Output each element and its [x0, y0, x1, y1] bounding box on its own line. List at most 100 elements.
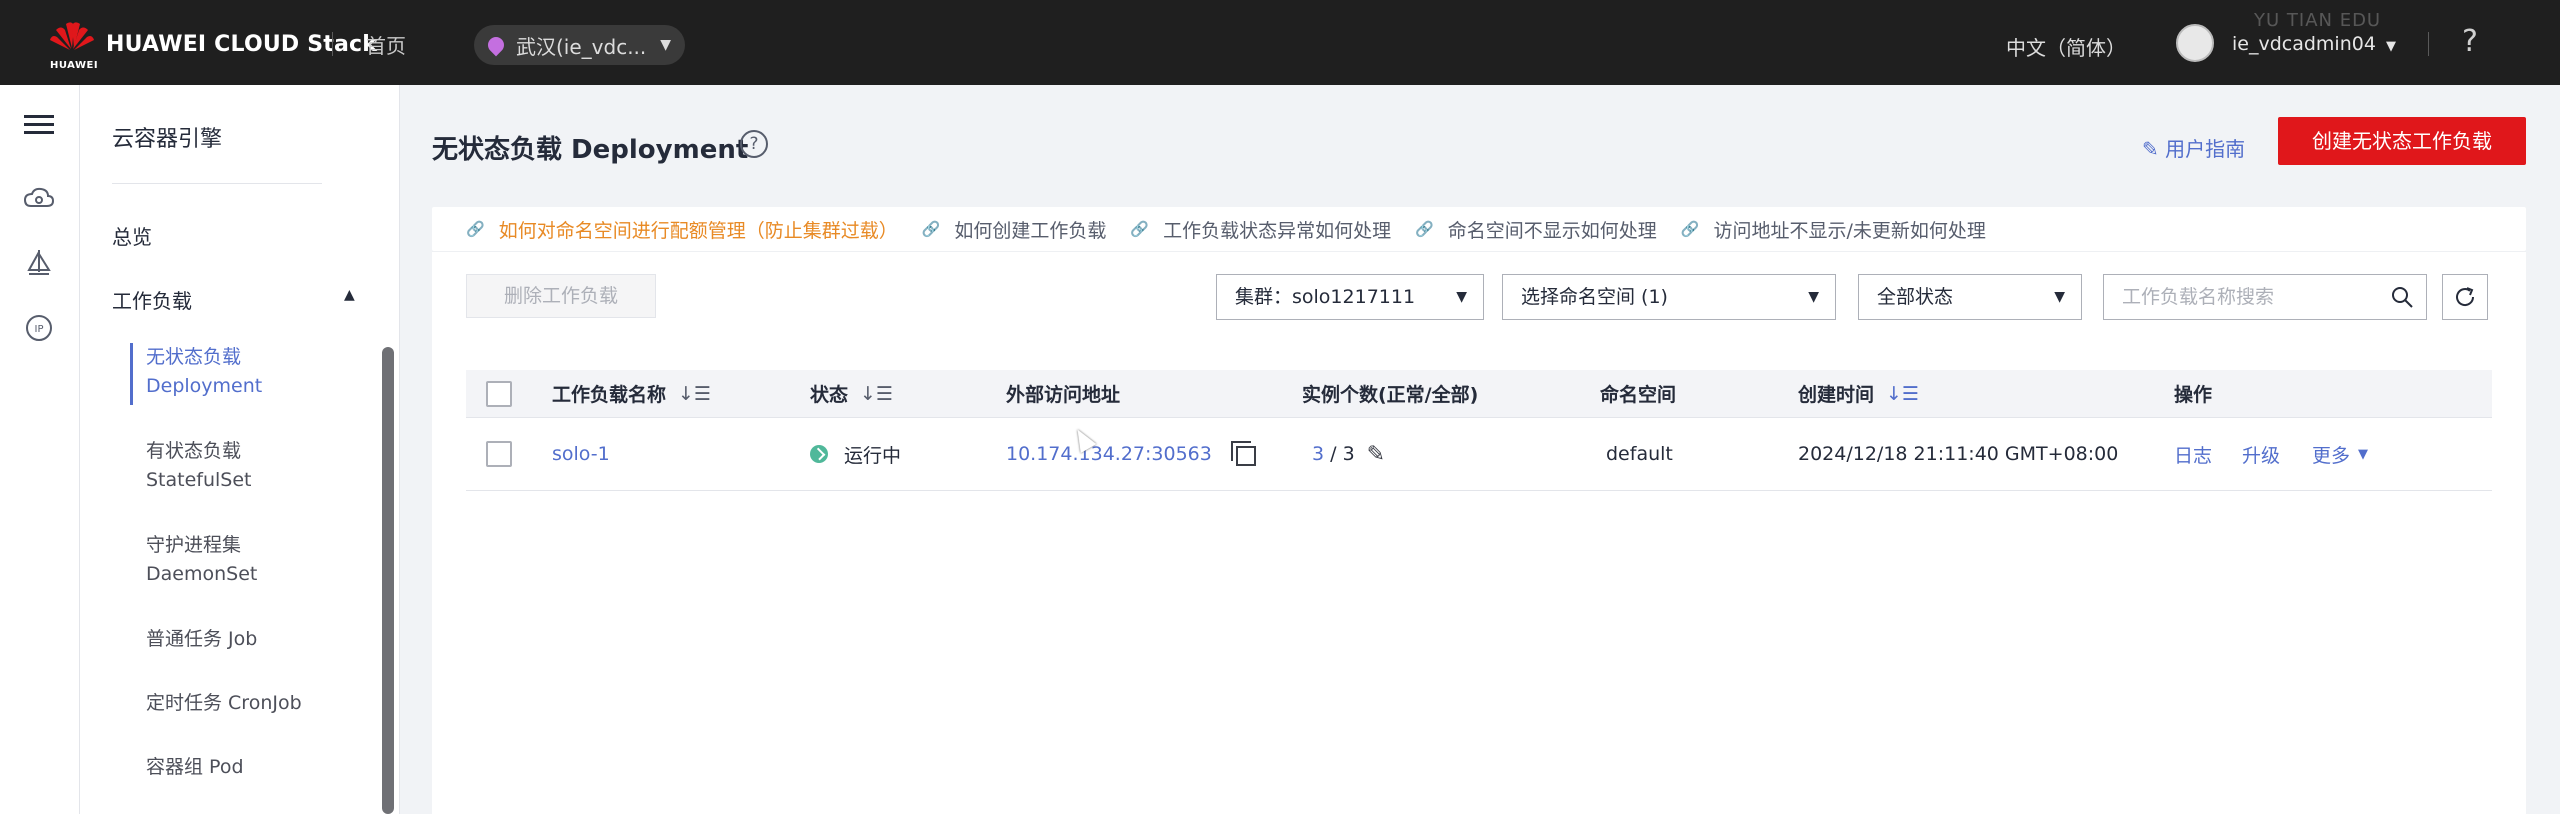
edit-icon[interactable]: ✎: [1367, 442, 1385, 467]
avatar[interactable]: [2176, 24, 2214, 62]
menu-icon[interactable]: [18, 103, 60, 145]
main-content: 无状态负载 Deployment ? ✎ 用户指南 创建无状态工作负载 🔗 如何对…: [400, 85, 2560, 814]
status-select[interactable]: 全部状态 ▼: [1858, 274, 2082, 320]
page-title: 无状态负载 Deployment: [432, 135, 749, 165]
table-row: solo-1 运行中 10.174.134.27:30563 3 / 3 ✎ d…: [466, 418, 2492, 491]
sidebar-item-sublabel: DaemonSet: [146, 563, 258, 585]
region-label: 武汉(ie_vdc...: [516, 34, 647, 59]
huawei-logo[interactable]: HUAWEI CLOUD Stack HUAWEI: [46, 18, 377, 71]
caret-down-icon: ▼: [1456, 289, 1467, 305]
tip-label: 如何对命名空间进行配额管理（防止集群过载）: [498, 219, 898, 242]
sidebar-item-label: 有状态负载: [146, 440, 242, 462]
workload-panel: 删除工作负载 集群：solo1217111 ▼ 选择命名空间 (1) ▼ 全部状态 ▼…: [432, 251, 2526, 814]
status-cell: 运行中: [810, 418, 901, 490]
help-icon[interactable]: ?: [740, 130, 768, 158]
search-box[interactable]: [2103, 274, 2427, 320]
sidebar-item-cronjob[interactable]: 定时任务 CronJob: [146, 689, 302, 718]
copy-icon[interactable]: [1231, 441, 1256, 466]
tip-label: 如何创建工作负载: [954, 219, 1107, 242]
cluster-select[interactable]: 集群：solo1217111 ▼: [1216, 274, 1484, 320]
refresh-button[interactable]: [2442, 274, 2488, 320]
search-input[interactable]: [2104, 275, 2374, 319]
sidebar-item-statefulset[interactable]: 有状态负载 StatefulSet: [146, 437, 252, 495]
external-address-link[interactable]: 10.174.134.27:30563: [1006, 418, 1212, 490]
sail-icon[interactable]: [18, 242, 60, 284]
caret-down-icon: ▼: [660, 37, 672, 53]
help-icon[interactable]: ?: [2462, 24, 2478, 59]
caret-down-icon: ▼: [2385, 39, 2396, 54]
instances-cell: 3 / 3 ✎: [1312, 418, 1385, 490]
username-label: ie_vdcadmin04: [2232, 33, 2376, 55]
sidebar-item-pod[interactable]: 容器组 Pod: [146, 753, 244, 782]
action-logs-link[interactable]: 日志: [2174, 418, 2212, 490]
active-indicator: [130, 343, 133, 405]
namespace-select-value: 选择命名空间 (1): [1521, 286, 1668, 308]
sidebar-title: 云容器引擎: [112, 127, 223, 152]
table-header: 工作负载名称 ↓☰ 状态 ↓☰ 外部访问地址 实例个数(正常/全部) 命名空间 创建…: [466, 370, 2492, 418]
svg-text:IP: IP: [35, 324, 44, 335]
divider: [2428, 32, 2429, 56]
user-guide-link[interactable]: ✎ 用户指南: [2142, 133, 2245, 162]
top-bar: HUAWEI CLOUD Stack HUAWEI 首页 武汉(ie_vdc..…: [0, 0, 2560, 85]
sidebar-item-daemonset[interactable]: 守护进程集 DaemonSet: [146, 531, 257, 589]
column-header-address: 外部访问地址: [1006, 384, 1121, 406]
divider: [112, 183, 322, 184]
home-link[interactable]: 首页: [366, 30, 406, 59]
link-icon: 🔗: [466, 220, 485, 238]
create-deployment-button[interactable]: 创建无状态工作负载: [2278, 117, 2526, 165]
link-icon: 🔗: [1680, 220, 1700, 238]
tip-link[interactable]: 🔗 工作负载状态异常如何处理: [1130, 216, 1391, 243]
tip-link[interactable]: 🔗 访问地址不显示/未更新如何处理: [1681, 216, 1986, 243]
tip-link[interactable]: 🔗 如何创建工作负载: [922, 216, 1107, 243]
tips-bar: 🔗 如何对命名空间进行配额管理（防止集群过载） 🔗 如何创建工作负载 🔗 工作负载状态…: [432, 207, 2526, 251]
location-pin-icon: [484, 33, 508, 57]
column-header-status[interactable]: 状态 ↓☰: [810, 370, 893, 417]
column-header-instances: 实例个数(正常/全部): [1302, 384, 1479, 406]
sidebar-item-label: 工作负载: [112, 289, 192, 313]
sort-icon[interactable]: ↓☰: [1886, 383, 1919, 405]
status-label: 运行中: [844, 444, 902, 467]
workload-table: 工作负载名称 ↓☰ 状态 ↓☰ 外部访问地址 实例个数(正常/全部) 命名空间 创建…: [466, 370, 2492, 491]
tip-label: 工作负载状态异常如何处理: [1163, 219, 1392, 242]
delete-workload-button[interactable]: 删除工作负载: [466, 274, 656, 318]
tip-link[interactable]: 🔗 命名空间不显示如何处理: [1415, 216, 1657, 243]
sort-icon[interactable]: ↓☰: [860, 383, 893, 405]
divider: [332, 32, 333, 56]
sidebar-scrollbar[interactable]: [382, 347, 394, 814]
icon-rail: IP: [0, 85, 80, 814]
action-upgrade-link[interactable]: 升级: [2242, 418, 2280, 490]
sidebar-item-deployment[interactable]: 无状态负载 Deployment: [146, 343, 262, 401]
caret-down-icon: ▼: [1808, 289, 1819, 305]
select-all-checkbox[interactable]: [486, 370, 512, 417]
search-icon[interactable]: [2390, 285, 2414, 309]
namespace-select[interactable]: 选择命名空间 (1) ▼: [1502, 274, 1836, 320]
sidebar-item-overview[interactable]: 总览: [112, 221, 152, 250]
caret-down-icon: ▼: [2358, 446, 2369, 462]
instances-total: / 3: [1330, 443, 1355, 465]
brand-sub: HUAWEI: [50, 60, 99, 71]
language-selector[interactable]: 中文（简体）: [2006, 32, 2126, 61]
sidebar-item-sublabel: Deployment: [146, 375, 263, 397]
link-icon: 🔗: [921, 220, 941, 238]
ip-icon[interactable]: IP: [18, 307, 60, 349]
sort-icon[interactable]: ↓☰: [678, 383, 711, 405]
edit-doc-icon: ✎: [2142, 137, 2166, 161]
namespace-cell: default: [1606, 443, 1673, 465]
watermark: YU TIAN EDU: [2254, 10, 2382, 31]
region-selector[interactable]: 武汉(ie_vdc... ▼: [474, 25, 686, 65]
column-header-created[interactable]: 创建时间 ↓☰: [1798, 370, 1919, 417]
cloud-icon[interactable]: [18, 177, 60, 219]
sidebar-item-job[interactable]: 普通任务 Job: [146, 625, 257, 654]
action-more-menu[interactable]: 更多 ▼: [2312, 418, 2368, 490]
user-menu[interactable]: ie_vdcadmin04 ▼: [2232, 33, 2396, 55]
tip-label: 命名空间不显示如何处理: [1447, 219, 1657, 242]
sidebar-group-workloads[interactable]: 工作负载 ▲: [112, 285, 362, 314]
instances-normal[interactable]: 3: [1312, 443, 1324, 465]
workload-name-link[interactable]: solo-1: [552, 418, 610, 490]
tip-link[interactable]: 🔗 如何对命名空间进行配额管理（防止集群过载）: [466, 216, 898, 243]
column-header-namespace: 命名空间: [1600, 384, 1677, 406]
column-header-name[interactable]: 工作负载名称 ↓☰: [552, 370, 711, 417]
row-checkbox[interactable]: [486, 418, 512, 490]
link-icon: 🔗: [1415, 220, 1434, 238]
tip-label: 访问地址不显示/未更新如何处理: [1713, 219, 1986, 242]
